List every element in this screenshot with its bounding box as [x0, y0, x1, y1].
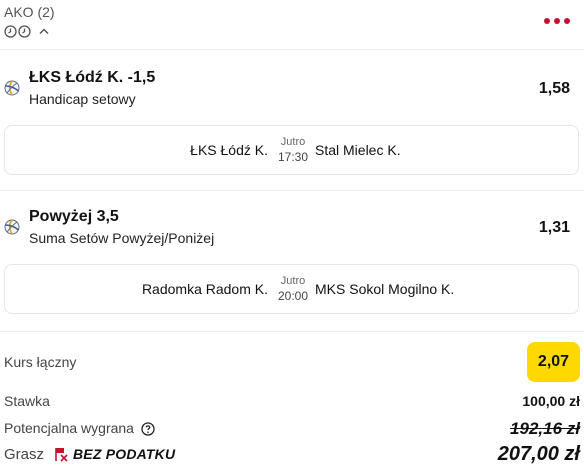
bet-odds: 1,31	[538, 219, 570, 236]
away-team: Stal Mielec K.	[315, 142, 401, 158]
tax-free-badge: BEZ PODATKU	[53, 446, 175, 462]
total-odds-label: Kurs łączny	[4, 354, 77, 370]
bet-pick: ŁKS Łódź K. -1,5	[29, 69, 156, 86]
tax-free-label: BEZ PODATKU	[73, 446, 176, 462]
bet-item: Powyżej 3,5 Suma Setów Powyżej/Poniżej 1…	[0, 190, 584, 330]
volleyball-icon	[4, 80, 20, 96]
stake-label: Stawka	[4, 393, 50, 409]
volleyball-icon	[4, 219, 20, 235]
info-icon[interactable]	[141, 422, 155, 436]
home-team: ŁKS Łódź K.	[190, 142, 268, 158]
clock-icon	[18, 25, 31, 38]
match-hour: 20:00	[277, 289, 309, 303]
total-odds-badge: 2,07	[527, 342, 580, 382]
potential-win-label: Potencjalna wygrana	[4, 420, 134, 436]
final-win-value: 207,00 zł	[497, 443, 580, 465]
bet-pick: Powyżej 3,5	[29, 208, 119, 225]
match-time: Jutro 20:00	[275, 274, 311, 303]
match-day: Jutro	[280, 275, 306, 287]
match-card[interactable]: Radomka Radom K. Jutro 20:00 MKS Sokol M…	[4, 264, 579, 314]
match-day: Jutro	[280, 136, 306, 148]
bet-type-title: AKO (2)	[4, 4, 55, 20]
stake-value: 100,00 zł	[522, 393, 580, 409]
grasz-label: Grasz	[4, 446, 45, 463]
match-hour: 17:30	[277, 150, 309, 164]
bet-slip-header: AKO (2)	[0, 0, 584, 50]
home-team: Radomka Radom K.	[141, 281, 268, 297]
clock-icon	[4, 25, 17, 38]
bet-item: ŁKS Łódź K. -1,5 Handicap setowy 1,58 ŁK…	[0, 50, 584, 190]
match-card[interactable]: ŁKS Łódź K. Jutro 17:30 Stal Mielec K.	[4, 125, 579, 175]
bet-market: Handicap setowy	[29, 91, 136, 107]
potential-win-value: 192,16 zł	[510, 419, 580, 438]
bet-market: Suma Setów Powyżej/Poniżej	[29, 230, 215, 246]
more-dots-icon[interactable]	[542, 12, 572, 30]
chevron-up-icon[interactable]	[36, 25, 52, 38]
bet-odds: 1,58	[538, 80, 570, 97]
away-team: MKS Sokol Mogilno K.	[315, 281, 455, 297]
divider	[0, 331, 584, 332]
tax-free-icon	[55, 448, 68, 462]
match-time: Jutro 17:30	[275, 135, 311, 164]
header-icon-group[interactable]	[4, 25, 52, 38]
